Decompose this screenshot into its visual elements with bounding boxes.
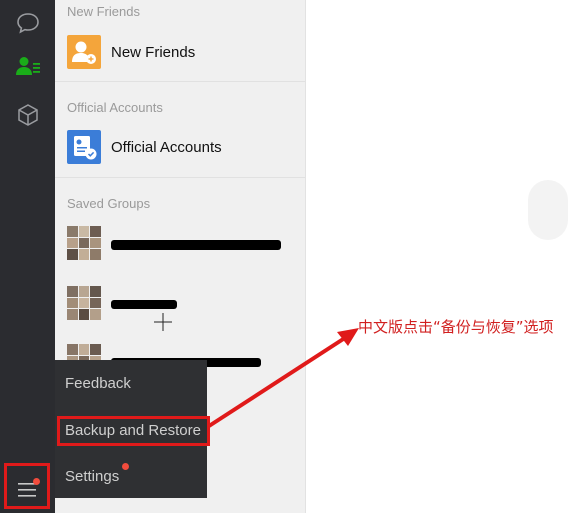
menu-item-feedback[interactable]: Feedback (65, 375, 131, 392)
backup-restore-highlight (57, 416, 210, 446)
list-item-group[interactable] (55, 218, 305, 268)
list-item-official-accounts[interactable]: Official Accounts (55, 122, 305, 172)
menu-button-highlight (4, 463, 50, 509)
new-friends-label: New Friends (111, 43, 196, 61)
divider (55, 81, 305, 82)
official-accounts-avatar (67, 130, 101, 164)
crosshair-cursor-icon (154, 313, 172, 331)
group-avatar (67, 286, 101, 320)
official-accounts-label: Official Accounts (111, 138, 222, 156)
contacts-button[interactable] (0, 43, 55, 89)
redacted-name (111, 300, 177, 309)
list-item-new-friends[interactable]: New Friends (55, 27, 305, 77)
chat-placeholder-bubble (528, 180, 568, 240)
section-title-new-friends: New Friends (67, 4, 140, 19)
sidebar-rail (0, 0, 55, 513)
contacts-icon (15, 55, 41, 77)
settings-badge (122, 463, 129, 470)
chat-icon (16, 12, 40, 34)
divider (55, 177, 305, 178)
group-avatar (67, 226, 101, 260)
section-title-saved-groups: Saved Groups (67, 196, 151, 211)
official-account-icon (74, 136, 97, 160)
section-title-official-accounts: Official Accounts (67, 100, 163, 115)
box-icon (16, 103, 40, 127)
box-button[interactable] (0, 92, 55, 138)
main-content-area (306, 0, 546, 513)
add-user-icon (72, 41, 96, 64)
redacted-name (111, 240, 281, 250)
chat-button[interactable] (0, 0, 55, 46)
list-item-group[interactable] (55, 278, 305, 328)
annotation-text: 中文版点击“备份与恢复”选项 (358, 318, 554, 336)
annotation-arrow-icon (207, 328, 359, 428)
menu-item-settings[interactable]: Settings (65, 468, 119, 485)
new-friends-avatar (67, 35, 101, 69)
